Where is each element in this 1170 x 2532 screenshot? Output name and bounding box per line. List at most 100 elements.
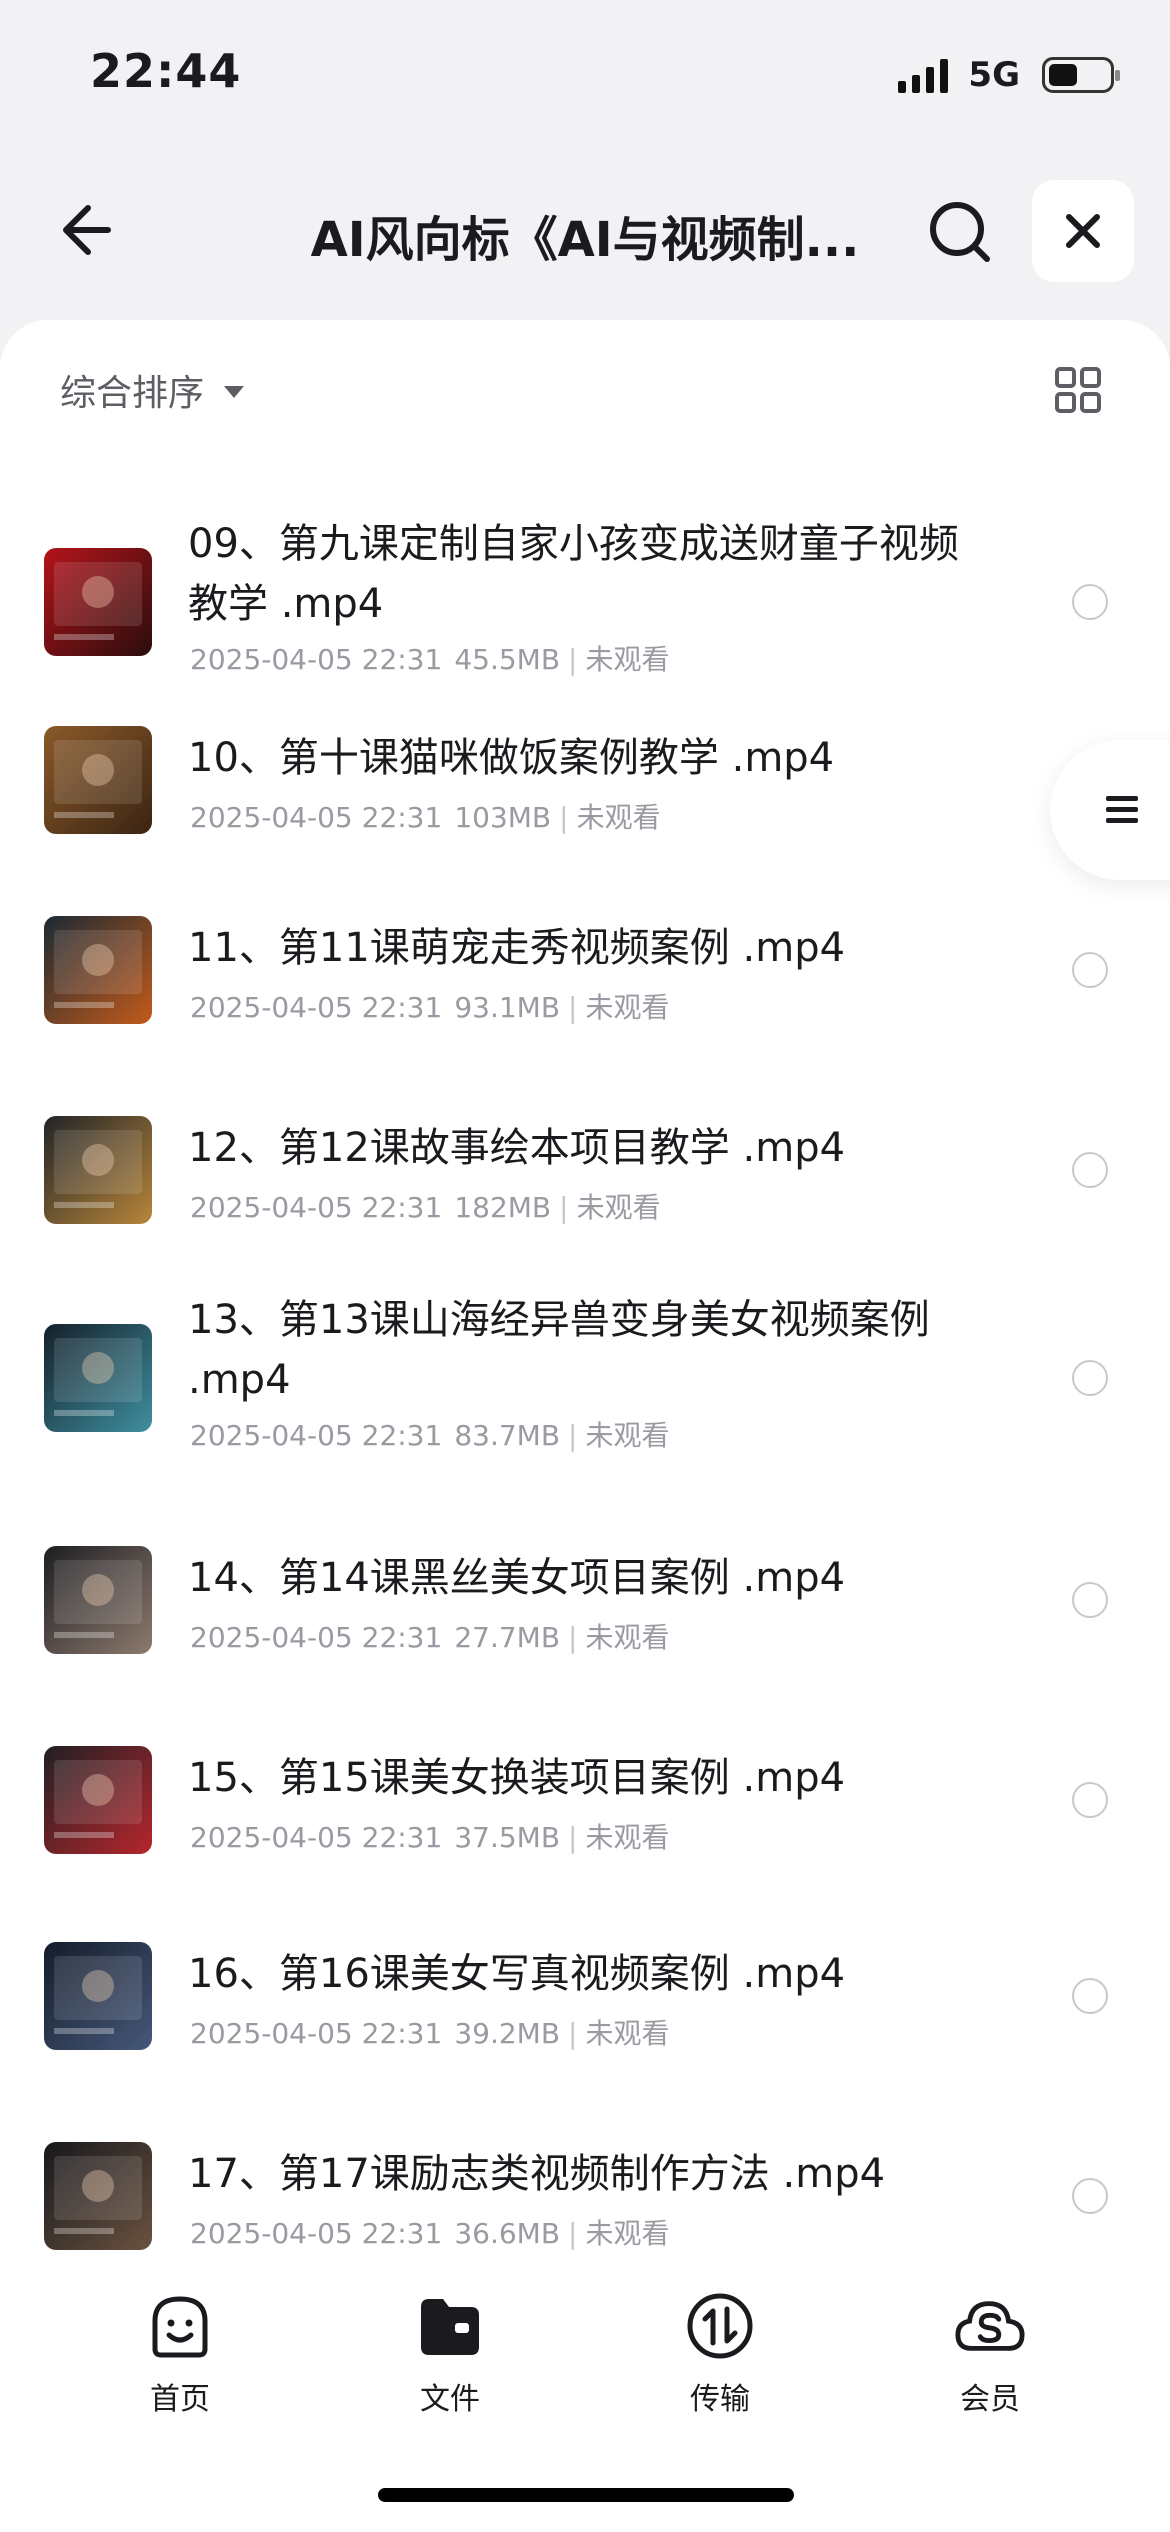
video-thumbnail (44, 548, 152, 656)
tab-vip-label: 会员 (960, 2382, 1020, 2417)
file-size: 36.6MB (454, 2217, 561, 2250)
file-list-item[interactable]: 16、第16课美女写真视频案例 .mp4 2025-04-05 22:31 39.2… (0, 1882, 1170, 2082)
file-name: 09、第九课定制自家小孩变成送财童子视频教学 .mp4 (188, 521, 959, 627)
sort-label: 综合排序 (60, 373, 205, 414)
file-list-item[interactable]: 12、第12课故事绘本项目教学 .mp4 2025-04-05 22:31 182M… (0, 1056, 1170, 1246)
thumbnail-art (54, 562, 142, 640)
watch-status: 未观看 (585, 991, 670, 1024)
screen: 22:44 5G AI风向标《AI与视频制... 综合排序 09、第九课定制自家… (0, 0, 1170, 2532)
file-list-item[interactable]: 11、第11课萌宠走秀视频案例 .mp4 2025-04-05 22:31 93.1… (0, 856, 1170, 1056)
meta-separator: | (568, 991, 578, 1024)
video-thumbnail (44, 2142, 152, 2250)
battery-icon (1042, 57, 1120, 93)
close-icon (1066, 214, 1100, 248)
thumbnail-art (54, 930, 142, 1008)
menu-icon (1106, 796, 1138, 823)
grid-view-button[interactable] (1046, 358, 1110, 422)
thumbnail-art (54, 1560, 142, 1638)
select-radio[interactable] (1072, 1360, 1108, 1396)
file-size: 182MB (454, 1191, 552, 1224)
select-radio[interactable] (1072, 1978, 1108, 2014)
video-thumbnail (44, 916, 152, 1024)
file-list-item[interactable]: 09、第九课定制自家小孩变成送财童子视频教学 .mp4 2025-04-05 22… (0, 470, 1170, 676)
tab-files[interactable]: 文件 (350, 2290, 550, 2420)
page-title: AI风向标《AI与视频制... (310, 212, 860, 268)
status-time: 22:44 (90, 44, 242, 98)
arrow-left-icon (63, 205, 111, 255)
sort-dropdown[interactable]: 综合排序 (60, 360, 245, 420)
status-bar: 22:44 5G (0, 0, 1170, 150)
network-label: 5G (968, 55, 1020, 95)
file-panel: 综合排序 09、第九课定制自家小孩变成送财童子视频教学 .mp4 2025-04-… (0, 320, 1170, 2260)
thumbnail-art (54, 1760, 142, 1838)
watch-status: 未观看 (585, 2217, 670, 2250)
thumbnail-art (54, 1130, 142, 1208)
tab-files-label: 文件 (420, 2382, 480, 2417)
tab-transfer[interactable]: 传输 (620, 2290, 820, 2420)
grid-view-icon (1055, 367, 1101, 413)
status-icons: 5G (898, 52, 1120, 98)
file-meta: 2025-04-05 22:31 103MB | 未观看 (190, 796, 661, 836)
meta-separator: | (568, 2017, 578, 2050)
file-list-item[interactable]: 13、第13课山海经异兽变身美女视频案例 .mp4 2025-04-05 22:3… (0, 1246, 1170, 1486)
smile-face-icon (152, 2296, 208, 2358)
file-meta: 2025-04-05 22:31 39.2MB | 未观看 (190, 2012, 670, 2052)
select-radio[interactable] (1072, 2178, 1108, 2214)
file-meta: 2025-04-05 22:31 36.6MB | 未观看 (190, 2212, 670, 2252)
file-date: 2025-04-05 22:31 (190, 1191, 443, 1224)
tab-transfer-label: 传输 (690, 2382, 750, 2417)
thumbnail-art (54, 1338, 142, 1416)
transfer-icon (687, 2293, 753, 2359)
select-radio[interactable] (1072, 952, 1108, 988)
file-list-item[interactable]: 17、第17课励志类视频制作方法 .mp4 2025-04-05 22:31 36.… (0, 2082, 1170, 2250)
file-name: 15、第15课美女换装项目案例 .mp4 (188, 1755, 846, 1801)
file-name: 11、第11课萌宠走秀视频案例 .mp4 (188, 925, 846, 971)
thumbnail-art (54, 740, 142, 818)
file-size: 83.7MB (454, 1419, 561, 1452)
file-date: 2025-04-05 22:31 (190, 2017, 443, 2050)
file-date: 2025-04-05 22:31 (190, 1821, 443, 1854)
video-thumbnail (44, 1546, 152, 1654)
back-button[interactable] (40, 190, 120, 270)
select-radio[interactable] (1072, 1782, 1108, 1818)
watch-status: 未观看 (585, 1419, 670, 1452)
tab-home-label: 首页 (150, 2382, 210, 2417)
select-radio[interactable] (1072, 584, 1108, 620)
select-radio[interactable] (1072, 1152, 1108, 1188)
watch-status: 未观看 (576, 801, 661, 834)
video-thumbnail (44, 1116, 152, 1224)
search-button[interactable] (920, 192, 1000, 272)
file-date: 2025-04-05 22:31 (190, 2217, 443, 2250)
tab-home[interactable]: 首页 (80, 2290, 280, 2420)
file-list-item[interactable]: 14、第14课黑丝美女项目案例 .mp4 2025-04-05 22:31 27.7… (0, 1486, 1170, 1686)
file-list-item[interactable]: 15、第15课美女换装项目案例 .mp4 2025-04-05 22:31 37.5… (0, 1686, 1170, 1882)
video-thumbnail (44, 1942, 152, 2050)
thumbnail-art (54, 2156, 142, 2234)
file-meta: 2025-04-05 22:31 93.1MB | 未观看 (190, 986, 670, 1026)
select-radio[interactable] (1072, 1582, 1108, 1618)
folder-icon (421, 2299, 479, 2355)
watch-status: 未观看 (585, 2017, 670, 2050)
tab-vip[interactable]: 会员 (890, 2290, 1090, 2420)
meta-separator: | (559, 801, 569, 834)
file-meta: 2025-04-05 22:31 27.7MB | 未观看 (190, 1616, 670, 1656)
file-name: 17、第17课励志类视频制作方法 .mp4 (188, 2151, 886, 2197)
close-button[interactable] (1032, 180, 1134, 282)
file-name: 10、第十课猫咪做饭案例教学 .mp4 (188, 735, 835, 781)
header: AI风向标《AI与视频制... (0, 170, 1170, 290)
caret-down-icon (224, 386, 245, 398)
video-thumbnail (44, 1746, 152, 1854)
file-name: 14、第14课黑丝美女项目案例 .mp4 (188, 1555, 846, 1601)
watch-status: 未观看 (585, 1821, 670, 1854)
file-size: 37.5MB (454, 1821, 561, 1854)
meta-separator: | (568, 2217, 578, 2250)
file-size: 39.2MB (454, 2017, 561, 2050)
search-icon (930, 202, 990, 262)
file-date: 2025-04-05 22:31 (190, 1621, 443, 1654)
file-meta: 2025-04-05 22:31 83.7MB | 未观看 (190, 1414, 670, 1454)
file-size: 27.7MB (454, 1621, 561, 1654)
video-thumbnail (44, 726, 152, 834)
meta-separator: | (559, 1191, 569, 1224)
watch-status: 未观看 (576, 1191, 661, 1224)
file-list-item[interactable]: 10、第十课猫咪做饭案例教学 .mp4 2025-04-05 22:31 103MB… (0, 666, 1170, 856)
